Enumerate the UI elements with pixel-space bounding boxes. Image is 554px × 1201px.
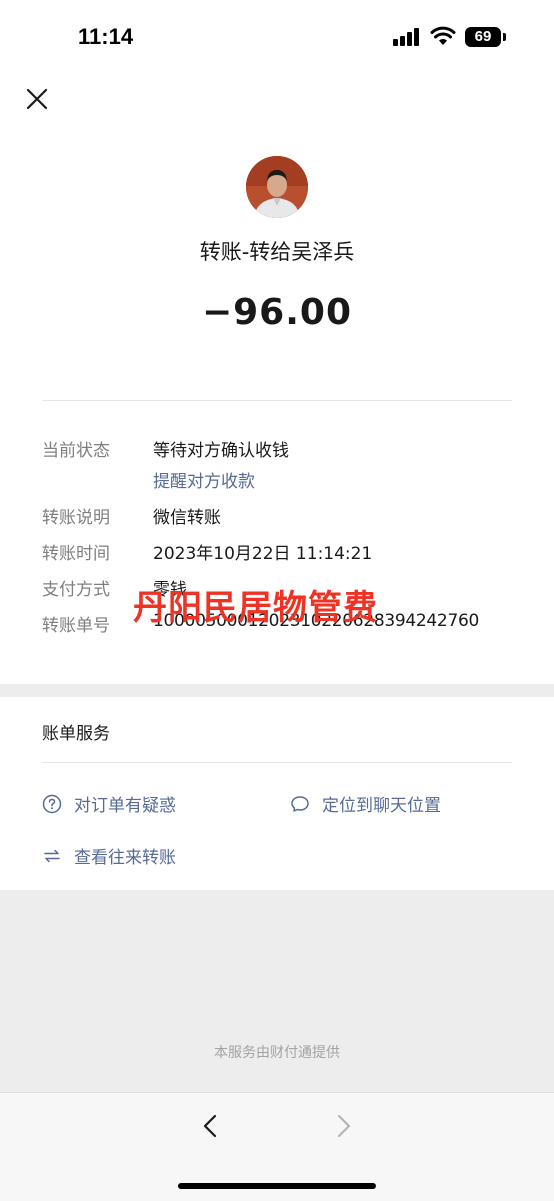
description-label: 转账说明 (42, 508, 110, 528)
status-label: 当前状态 (42, 441, 110, 461)
home-indicator[interactable] (178, 1183, 376, 1189)
avatar (246, 156, 308, 218)
locate-chat-button[interactable]: 定位到聊天位置 (290, 791, 441, 816)
transfer-title: 转账-转给吴泽兵 (199, 240, 355, 264)
status-time: 11:14 (78, 24, 134, 49)
bottom-navigation (0, 1092, 554, 1201)
status-bar: 11:14 69 (0, 0, 554, 70)
view-transfers-button[interactable]: 查看往来转账 (42, 843, 176, 868)
order-question-label: 对订单有疑惑 (74, 796, 176, 816)
service-provider-text: 本服务由财付通提供 (214, 1045, 340, 1061)
back-arrow-icon[interactable] (196, 1111, 226, 1141)
status-value: 等待对方确认收钱 (153, 441, 289, 461)
view-transfers-label: 查看往来转账 (74, 848, 176, 868)
transfer-arrows-icon (44, 849, 60, 862)
divider (42, 400, 512, 401)
chat-bubble-icon (291, 795, 309, 812)
remind-receiver-link[interactable]: 提醒对方收款 (153, 467, 255, 492)
order-number-label: 转账单号 (42, 616, 110, 636)
locate-chat-label: 定位到聊天位置 (322, 796, 441, 816)
cellular-signal-icon (393, 28, 421, 46)
battery-level: 69 (474, 28, 492, 45)
wifi-icon (430, 26, 456, 45)
forward-arrow-icon[interactable] (328, 1111, 358, 1141)
question-circle-icon (42, 794, 62, 813)
payment-method-label: 支付方式 (42, 580, 110, 600)
divider (42, 762, 512, 763)
time-label: 转账时间 (42, 544, 110, 564)
battery-icon: 69 (465, 27, 506, 47)
description-value: 微信转账 (153, 508, 221, 528)
watermark-text: 丹阳民居物管费 (133, 588, 378, 628)
transfer-detail-card: 转账-转给吴泽兵 −96.00 当前状态 等待对方确认收钱 提醒对方收款 转账说… (0, 70, 554, 684)
close-icon[interactable] (22, 84, 52, 114)
time-value: 2023年10月22日 11:14:21 (153, 544, 373, 564)
transfer-amount: −96.00 (201, 292, 353, 333)
order-question-button[interactable]: 对订单有疑惑 (42, 791, 176, 816)
bill-service-title: 账单服务 (42, 724, 110, 744)
bill-service-card: 账单服务 对订单有疑惑 定位到聊天位置 查看往来转账 (0, 697, 554, 890)
